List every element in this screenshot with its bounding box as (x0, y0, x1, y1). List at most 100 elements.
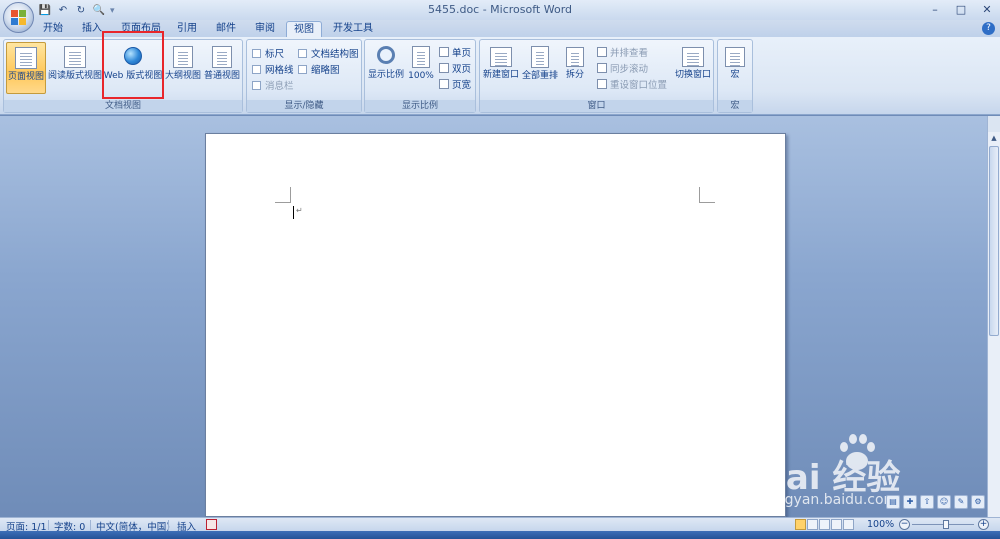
text-cursor (293, 206, 294, 219)
new-window-label: 新建窗口 (482, 70, 519, 80)
switch-windows-button[interactable]: 切换窗口 (673, 42, 713, 94)
reset-position-icon (597, 79, 607, 89)
tab-references[interactable]: 引用 (170, 21, 204, 37)
switch-windows-label: 切换窗口 (674, 70, 711, 80)
sync-scroll-button[interactable]: 同步滚动 (597, 61, 648, 75)
full-screen-reading-button[interactable]: 阅读版式视图 (48, 42, 102, 94)
zoom-button[interactable]: 显示比例 (367, 42, 405, 94)
tool-icon[interactable]: ⇧ (920, 495, 934, 509)
pencil-icon[interactable]: ✎ (954, 495, 968, 509)
reading-shortcut-icon[interactable] (807, 519, 818, 530)
floating-tools: ▤ ✚ ⇧ ☺ ✎ ⚙ (886, 495, 985, 511)
print-layout-button[interactable]: 页面视图 (6, 42, 46, 94)
zoom-out-icon[interactable]: − (899, 519, 910, 530)
zoom-label: 显示比例 (367, 70, 404, 80)
vertical-scrollbar[interactable]: ▲ (987, 132, 1000, 517)
ruler-label: 标尺 (265, 49, 285, 60)
status-separator (90, 520, 91, 530)
checkbox-box (298, 64, 307, 74)
arrange-all-button[interactable]: 全部重排 (521, 42, 559, 94)
zoom-in-icon[interactable]: + (978, 519, 989, 530)
switch-windows-icon (682, 47, 704, 67)
tab-view[interactable]: 视图 (286, 21, 322, 37)
draft-icon (212, 46, 232, 68)
checkbox-box (252, 64, 261, 74)
outline-shortcut-icon[interactable] (831, 519, 842, 530)
print-layout-shortcut-icon[interactable] (795, 519, 806, 530)
gridlines-label: 网格线 (265, 65, 294, 76)
reset-window-position-button[interactable]: 重设窗口位置 (597, 77, 667, 91)
one-page-button[interactable]: 单页 (439, 45, 471, 59)
zoom-100-label: 100% (408, 71, 434, 81)
tool-icon[interactable]: ▤ (886, 495, 900, 509)
status-bar: 页面: 1/1 字数: 0 中文(简体，中国) 插入 100% − + (0, 517, 1000, 533)
group-show-hide: 标尺 网格线 消息栏 文档结构图 缩略图 显示/隐藏 (246, 39, 362, 113)
page-width-icon (439, 79, 449, 89)
new-window-button[interactable]: 新建窗口 (482, 42, 520, 94)
group-label-document-views: 文档视图 (4, 100, 242, 112)
tab-mailings[interactable]: 邮件 (209, 21, 243, 37)
zoom-100-icon (412, 46, 430, 68)
zoom-slider-knob[interactable] (943, 520, 949, 529)
paragraph-mark-icon: ↵ (296, 206, 303, 215)
message-bar-checkbox[interactable]: 消息栏 (252, 78, 294, 92)
split-icon (566, 47, 584, 67)
document-map-checkbox[interactable]: 文档结构图 (298, 46, 359, 60)
arrange-all-icon (531, 46, 549, 68)
macros-button[interactable]: 宏 (720, 42, 750, 94)
tool-icon[interactable]: ✚ (903, 495, 917, 509)
print-layout-label: 页面视图 (7, 72, 44, 82)
document-map-label: 文档结构图 (311, 49, 359, 60)
margin-corner-top-left (275, 187, 291, 203)
minimize-button[interactable]: – (922, 0, 948, 18)
two-pages-button[interactable]: 双页 (439, 61, 471, 75)
outline-button[interactable]: 大纲视图 (164, 42, 202, 94)
macro-record-icon[interactable] (206, 519, 217, 530)
title-bar: 💾 ↶ ↻ 🔍 ▾ 5455.doc - Microsoft Word – □ … (0, 0, 1000, 20)
draft-button[interactable]: 普通视图 (203, 42, 241, 94)
gridlines-checkbox[interactable]: 网格线 (252, 62, 294, 76)
group-macros: 宏 宏 (717, 39, 753, 113)
web-layout-shortcut-icon[interactable] (819, 519, 830, 530)
smiley-icon[interactable]: ☺ (937, 495, 951, 509)
tab-developer[interactable]: 开发工具 (326, 21, 380, 37)
magnifier-icon (377, 46, 395, 64)
status-separator (168, 520, 169, 530)
watermark-url: jingyan.baidu.com (768, 492, 898, 508)
outline-label: 大纲视图 (164, 71, 201, 81)
one-page-icon (439, 47, 449, 57)
sync-scroll-label: 同步滚动 (610, 64, 649, 75)
print-layout-icon (15, 47, 37, 69)
office-logo-icon (11, 10, 27, 26)
ruler-checkbox[interactable]: 标尺 (252, 46, 284, 60)
group-label-zoom: 显示比例 (365, 100, 475, 112)
zoom-level[interactable]: 100% (867, 519, 894, 530)
scroll-up-icon[interactable]: ▲ (988, 132, 1000, 144)
one-page-label: 单页 (452, 48, 472, 59)
gear-icon[interactable]: ⚙ (971, 495, 985, 509)
help-icon[interactable]: ? (982, 22, 995, 35)
highlight-box (102, 31, 164, 99)
page-width-label: 页宽 (452, 80, 472, 91)
window-title: 5455.doc - Microsoft Word (427, 3, 573, 16)
macros-icon (725, 47, 745, 67)
side-by-side-icon (597, 47, 607, 57)
view-ruler-button[interactable] (987, 116, 1000, 132)
draft-shortcut-icon[interactable] (843, 519, 854, 530)
thumbnails-checkbox[interactable]: 缩略图 (298, 62, 340, 76)
page-width-button[interactable]: 页宽 (439, 77, 471, 91)
close-button[interactable]: ✕ (974, 0, 1000, 18)
two-pages-icon (439, 63, 449, 73)
scroll-thumb[interactable] (989, 146, 999, 336)
outline-icon (173, 46, 193, 68)
tab-home[interactable]: 开始 (36, 21, 70, 37)
reset-position-label: 重设窗口位置 (610, 80, 668, 91)
view-side-by-side-button[interactable]: 并排查看 (597, 45, 648, 59)
document-page[interactable]: ↵ (205, 133, 786, 517)
zoom-100-button[interactable]: 100% (407, 42, 435, 94)
split-button[interactable]: 拆分 (561, 42, 589, 94)
tab-review[interactable]: 审阅 (248, 21, 282, 37)
office-button[interactable] (3, 2, 34, 33)
full-screen-reading-label: 阅读版式视图 (48, 71, 103, 81)
maximize-button[interactable]: □ (948, 0, 974, 18)
